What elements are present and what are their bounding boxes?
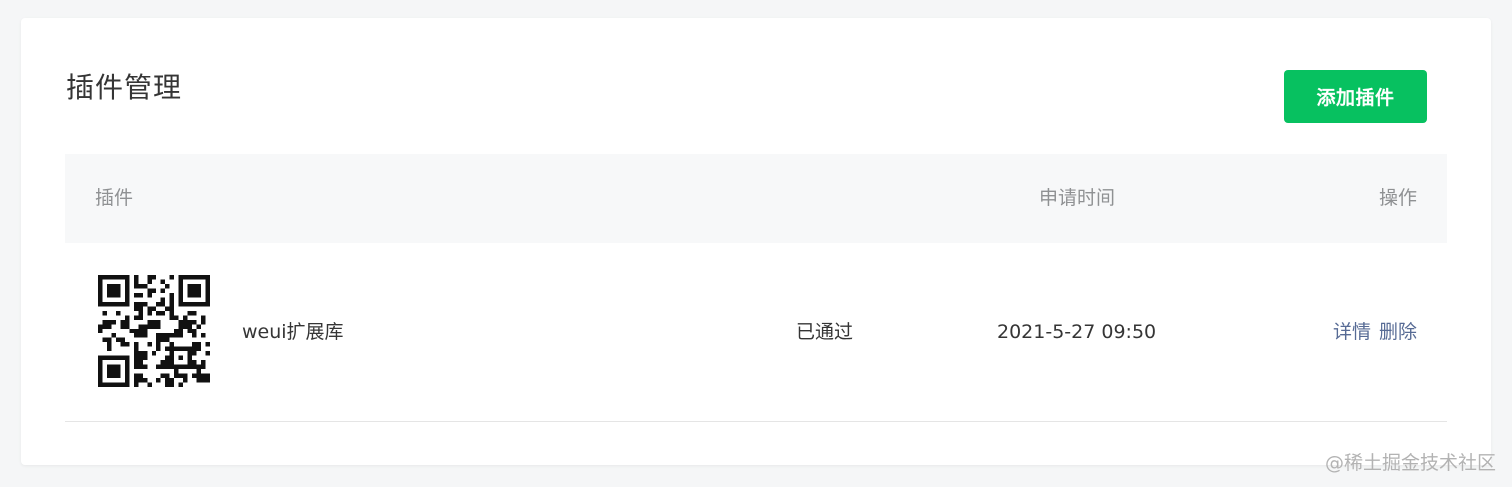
column-header-time: 申请时间 (1039, 187, 1116, 209)
qr-code-icon (98, 275, 210, 387)
plugin-management-card: 插件管理 添加插件 插件 申请时间 操作 weui扩展库 已通过 2021-5-… (21, 18, 1491, 465)
table-row: weui扩展库 已通过 2021-5-27 09:50 详情 删除 (65, 243, 1447, 422)
detail-link[interactable]: 详情 (1333, 321, 1371, 343)
apply-time: 2021-5-27 09:50 (997, 321, 1157, 343)
watermark: @稀土掘金技术社区 (1324, 452, 1496, 474)
page-title: 插件管理 (66, 71, 183, 104)
plugin-name: weui扩展库 (242, 321, 344, 343)
column-header-plugin: 插件 (95, 187, 134, 209)
column-header-ops: 操作 (1378, 187, 1417, 209)
delete-link[interactable]: 删除 (1379, 321, 1417, 343)
add-plugin-button[interactable]: 添加插件 (1284, 70, 1427, 123)
table-header: 插件 申请时间 操作 (65, 154, 1447, 243)
status-text: 已通过 (796, 321, 854, 343)
plugin-table: 插件 申请时间 操作 weui扩展库 已通过 2021-5-27 09:50 详… (65, 154, 1447, 422)
row-actions: 详情 删除 (1333, 243, 1417, 422)
